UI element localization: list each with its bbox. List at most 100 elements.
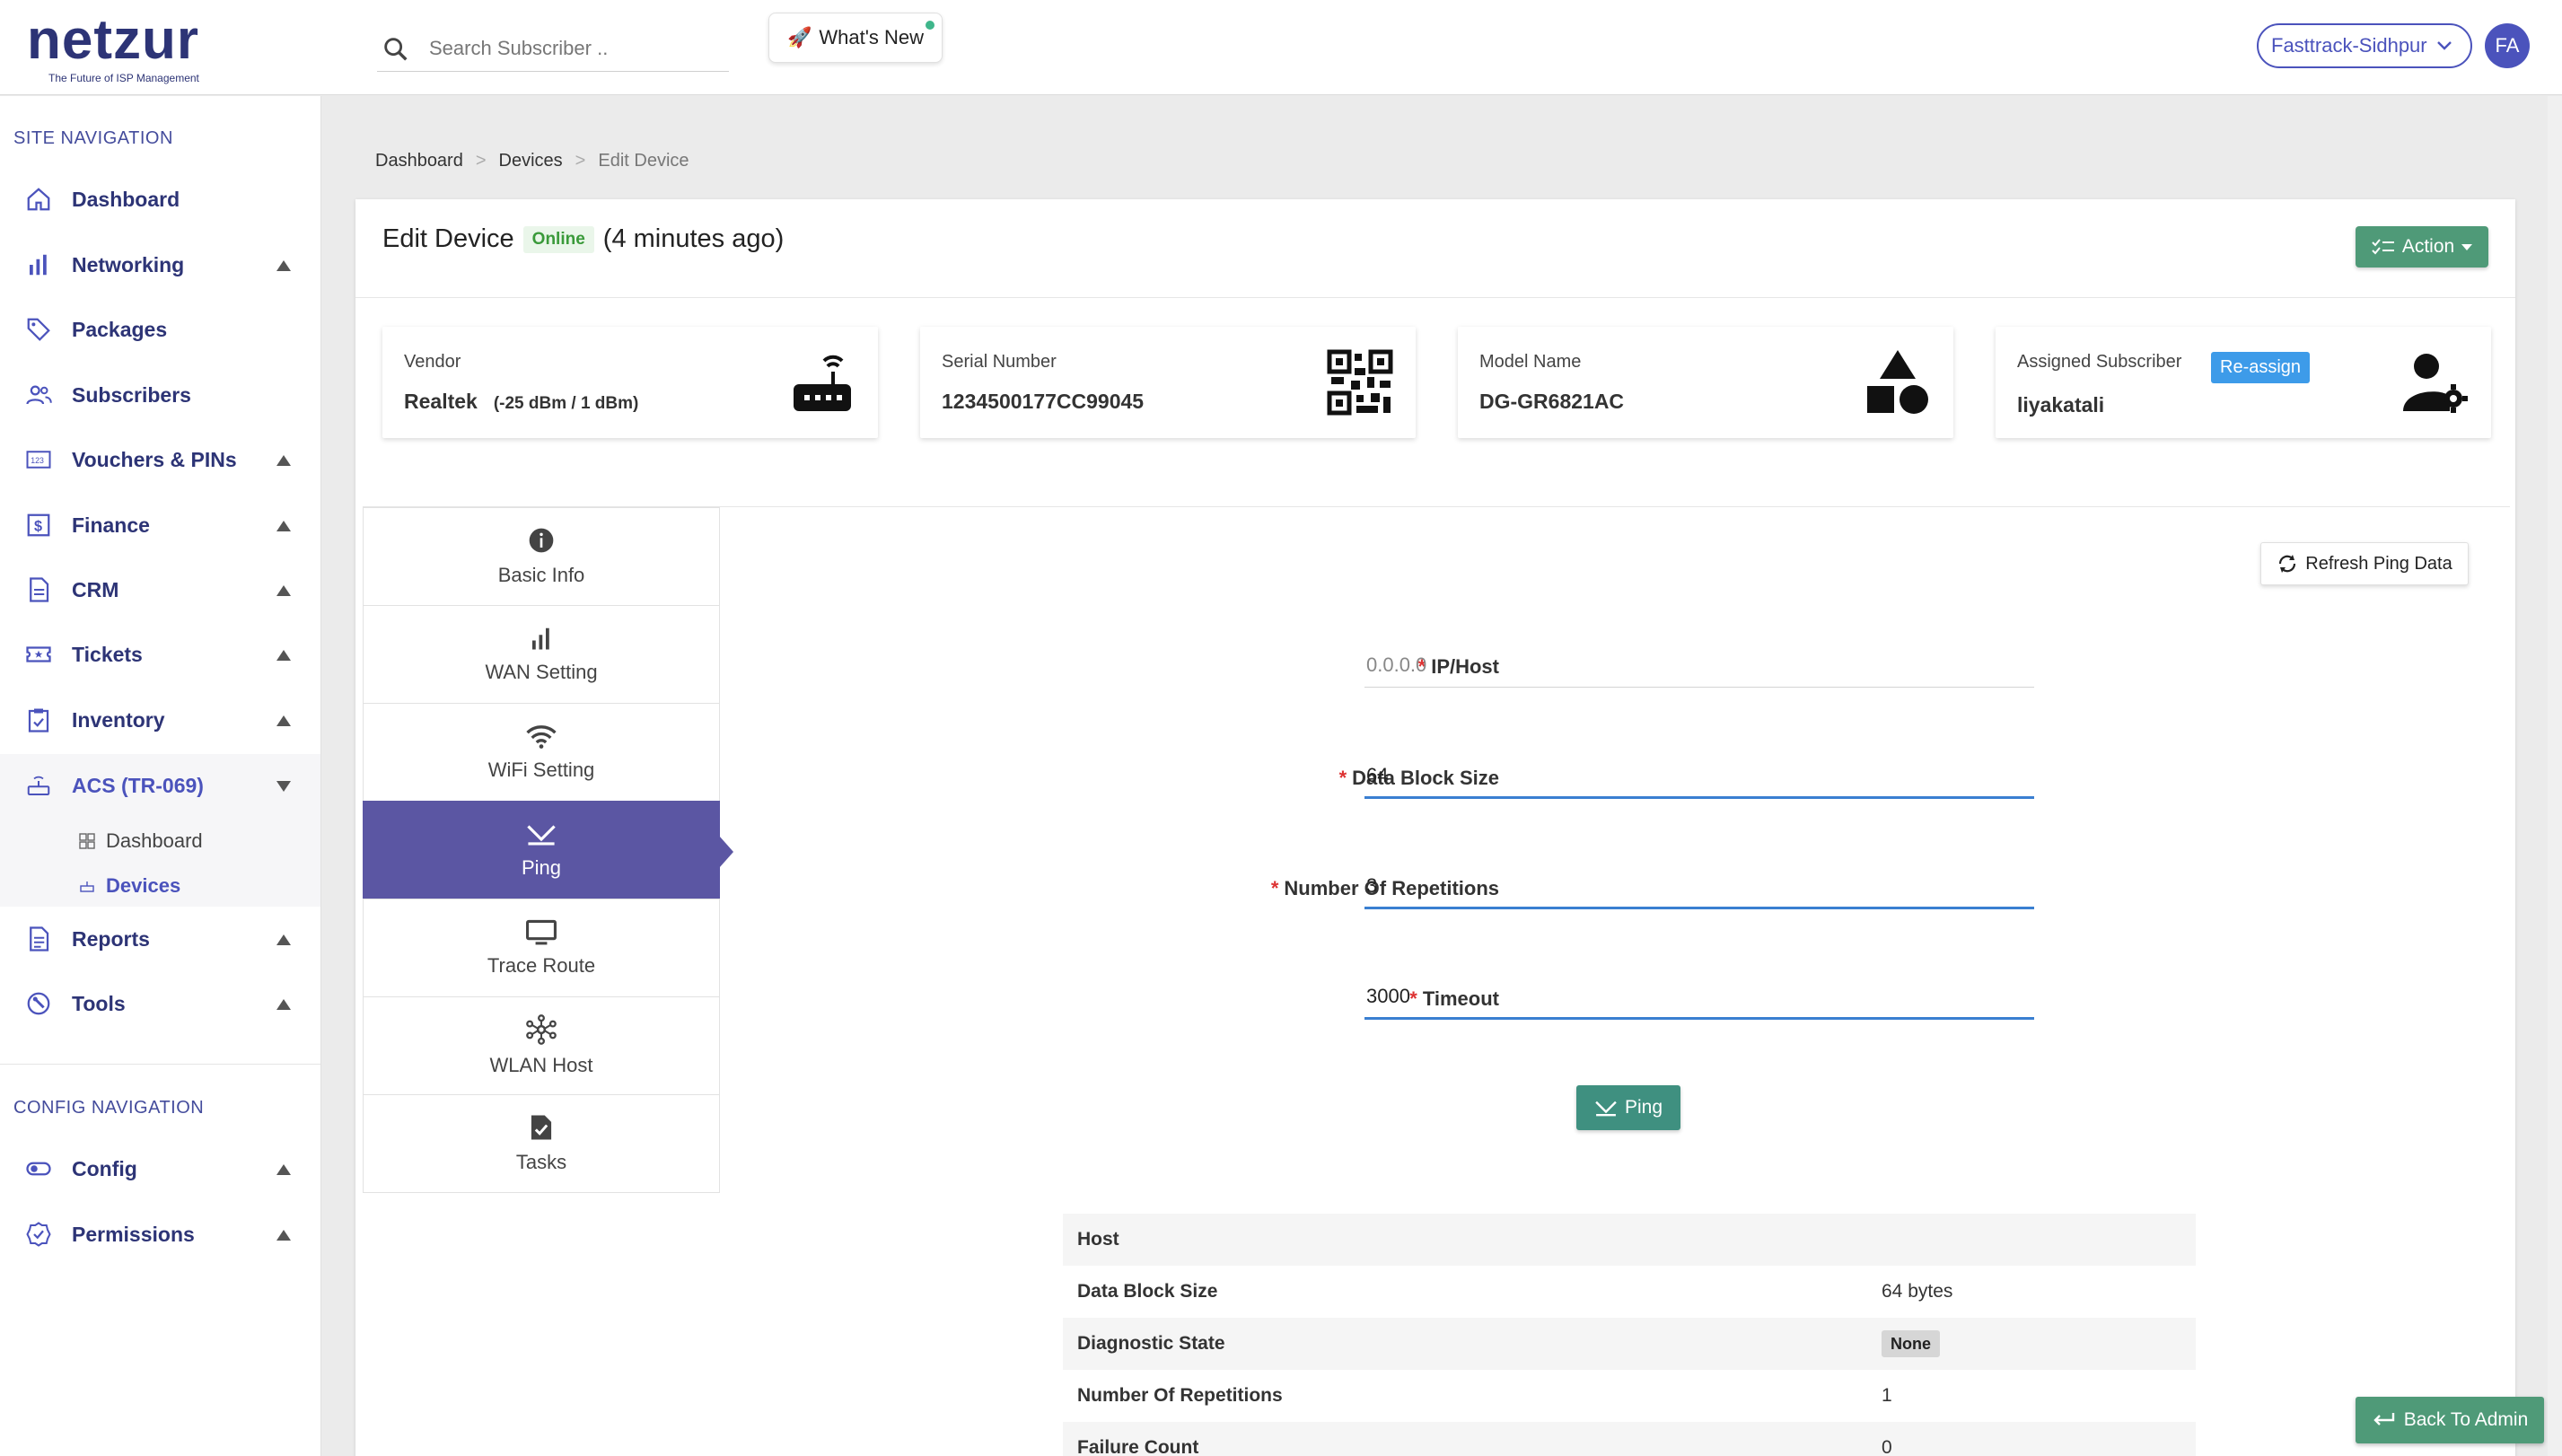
sidebar-subitem-label: Dashboard <box>106 829 203 852</box>
data-block-size-input[interactable] <box>1364 754 2034 799</box>
breadcrumb-devices[interactable]: Devices <box>499 151 563 171</box>
table-row: Number Of Repetitions 1 <box>1063 1370 2196 1422</box>
ping-icon <box>1595 1101 1617 1117</box>
table-row: Host <box>1063 1214 2196 1266</box>
model-value: DG-GR6821AC <box>1479 390 1625 413</box>
tenant-selector[interactable]: Fasttrack-Sidhpur <box>2257 23 2472 68</box>
sidebar-item-subscribers[interactable]: Subscribers <box>0 364 320 426</box>
serial-label: Serial Number <box>942 352 1057 372</box>
page-title-text: Edit Device <box>382 224 514 253</box>
table-row: Diagnostic State None <box>1063 1318 2196 1370</box>
acs-expanded-section: ACS (TR-069) Dashboard Devices <box>0 754 320 907</box>
reassign-button[interactable]: Re-assign <box>2211 352 2311 383</box>
result-key: Diagnostic State <box>1077 1333 1225 1354</box>
sidebar-item-label: Packages <box>72 317 168 341</box>
vendor-card: Vendor Realtek (-25 dBm / 1 dBm) <box>382 327 878 438</box>
whats-new-button[interactable]: 🚀 What's New <box>768 13 943 63</box>
result-key: Number Of Repetitions <box>1077 1385 1283 1406</box>
sidebar-item-networking[interactable]: Networking <box>0 233 320 296</box>
voucher-icon: 123 <box>26 451 51 469</box>
search-input[interactable] <box>429 32 725 65</box>
user-settings-icon <box>2403 354 2468 413</box>
result-value: 0 <box>1882 1437 1892 1456</box>
page-scrollbar[interactable] <box>2548 96 2562 1456</box>
router-icon <box>27 776 50 795</box>
breadcrumb-current: Edit Device <box>598 151 689 171</box>
serial-value: 1234500177CC99045 <box>942 390 1145 413</box>
tab-basic-info[interactable]: Basic Info <box>363 507 720 606</box>
netzur-logo[interactable]: netzur The Future of ISP Management <box>27 13 233 85</box>
caret-up-icon <box>276 585 291 596</box>
sidebar-item-label: ACS (TR-069) <box>72 773 204 797</box>
sidebar-item-acs[interactable]: ACS (TR-069) <box>0 754 320 817</box>
sidebar-item-label: Vouchers & PINs <box>72 447 237 471</box>
ip-host-input[interactable] <box>1364 643 2034 688</box>
action-label: Action <box>2401 236 2455 257</box>
timeout-row: * Timeout <box>355 971 2515 1025</box>
logo-tagline: The Future of ISP Management <box>48 72 199 84</box>
breadcrumb: Dashboard > Devices > Edit Device <box>375 151 689 171</box>
result-value: 1 <box>1882 1385 1892 1406</box>
tab-label: Tasks <box>515 1151 567 1173</box>
sidebar-item-tools[interactable]: Tools <box>0 972 320 1035</box>
sidebar-item-label: Subscribers <box>72 382 191 407</box>
sidebar-subitem-label: Devices <box>106 874 181 897</box>
breadcrumb-dashboard[interactable]: Dashboard <box>375 151 463 171</box>
sidebar-item-vouchers[interactable]: 123 Vouchers & PINs <box>0 428 320 491</box>
router-icon <box>794 355 851 411</box>
result-value: None <box>1882 1330 1940 1357</box>
back-to-admin-button[interactable]: Back To Admin <box>2356 1397 2544 1443</box>
page-title: Edit Device Online (4 minutes ago) <box>382 224 784 254</box>
sidebar-item-config[interactable]: Config <box>0 1137 320 1200</box>
sidebar-item-label: Permissions <box>72 1222 195 1246</box>
result-value: 64 bytes <box>1882 1281 1953 1302</box>
ping-submit-button[interactable]: Ping <box>1576 1085 1680 1130</box>
sidebar-item-finance[interactable]: $ Finance <box>0 494 320 557</box>
return-arrow-icon <box>2373 1413 2394 1425</box>
sidebar-item-label: Config <box>72 1156 137 1180</box>
caret-up-icon <box>276 455 291 466</box>
dollar-icon: $ <box>27 513 50 537</box>
caret-up-icon <box>276 999 291 1010</box>
sidebar-item-tickets[interactable]: Tickets <box>0 623 320 686</box>
caret-up-icon <box>276 934 291 945</box>
user-avatar[interactable]: FA <box>2485 23 2530 68</box>
svg-text:123: 123 <box>31 456 44 465</box>
breadcrumb-separator: > <box>575 151 586 171</box>
ping-icon <box>527 825 556 846</box>
badge-check-icon <box>26 1222 51 1247</box>
tenant-label: Fasttrack-Sidhpur <box>2271 34 2427 57</box>
config-navigation-title: CONFIG NAVIGATION <box>13 1098 205 1118</box>
subscriber-value[interactable]: liyakatali <box>2017 393 2104 417</box>
sidebar-item-reports[interactable]: Reports <box>0 908 320 970</box>
grid-icon <box>79 833 95 849</box>
edit-device-card: Edit Device Online (4 minutes ago) Actio… <box>355 199 2515 1456</box>
sidebar-subitem-acs-dashboard[interactable]: Dashboard <box>79 829 203 853</box>
sidebar-item-label: Dashboard <box>72 187 180 211</box>
result-key: Data Block Size <box>1077 1281 1218 1302</box>
timeout-input[interactable] <box>1364 975 2034 1020</box>
action-dropdown-button[interactable]: Action <box>2356 226 2488 268</box>
last-seen-text: (4 minutes ago) <box>602 224 785 253</box>
sidebar-item-dashboard[interactable]: Dashboard <box>0 168 320 231</box>
caret-up-icon <box>276 715 291 726</box>
sidebar-subitem-devices[interactable]: Devices <box>79 874 180 898</box>
sidebar-item-crm[interactable]: CRM <box>0 558 320 621</box>
info-icon <box>529 528 554 553</box>
wifi-icon <box>526 725 557 749</box>
sidebar-item-inventory[interactable]: Inventory <box>0 689 320 751</box>
tab-tasks[interactable]: Tasks <box>363 1094 720 1193</box>
status-badge: Online <box>522 225 594 253</box>
sidebar-item-label: Tools <box>72 991 126 1015</box>
tab-label: WLAN Host <box>489 1054 593 1076</box>
repetitions-input[interactable] <box>1364 864 2034 909</box>
notification-dot <box>926 21 934 30</box>
sidebar-item-permissions[interactable]: Permissions <box>0 1203 320 1266</box>
sidebar-item-label: Reports <box>72 926 150 951</box>
sidebar-item-packages[interactable]: Packages <box>0 298 320 361</box>
caret-up-icon <box>276 1164 291 1175</box>
ticket-icon <box>26 646 51 662</box>
refresh-ping-data-button[interactable]: Refresh Ping Data <box>2260 542 2469 585</box>
svg-text:$: $ <box>34 518 42 534</box>
model-card: Model Name DG-GR6821AC <box>1458 327 1953 438</box>
